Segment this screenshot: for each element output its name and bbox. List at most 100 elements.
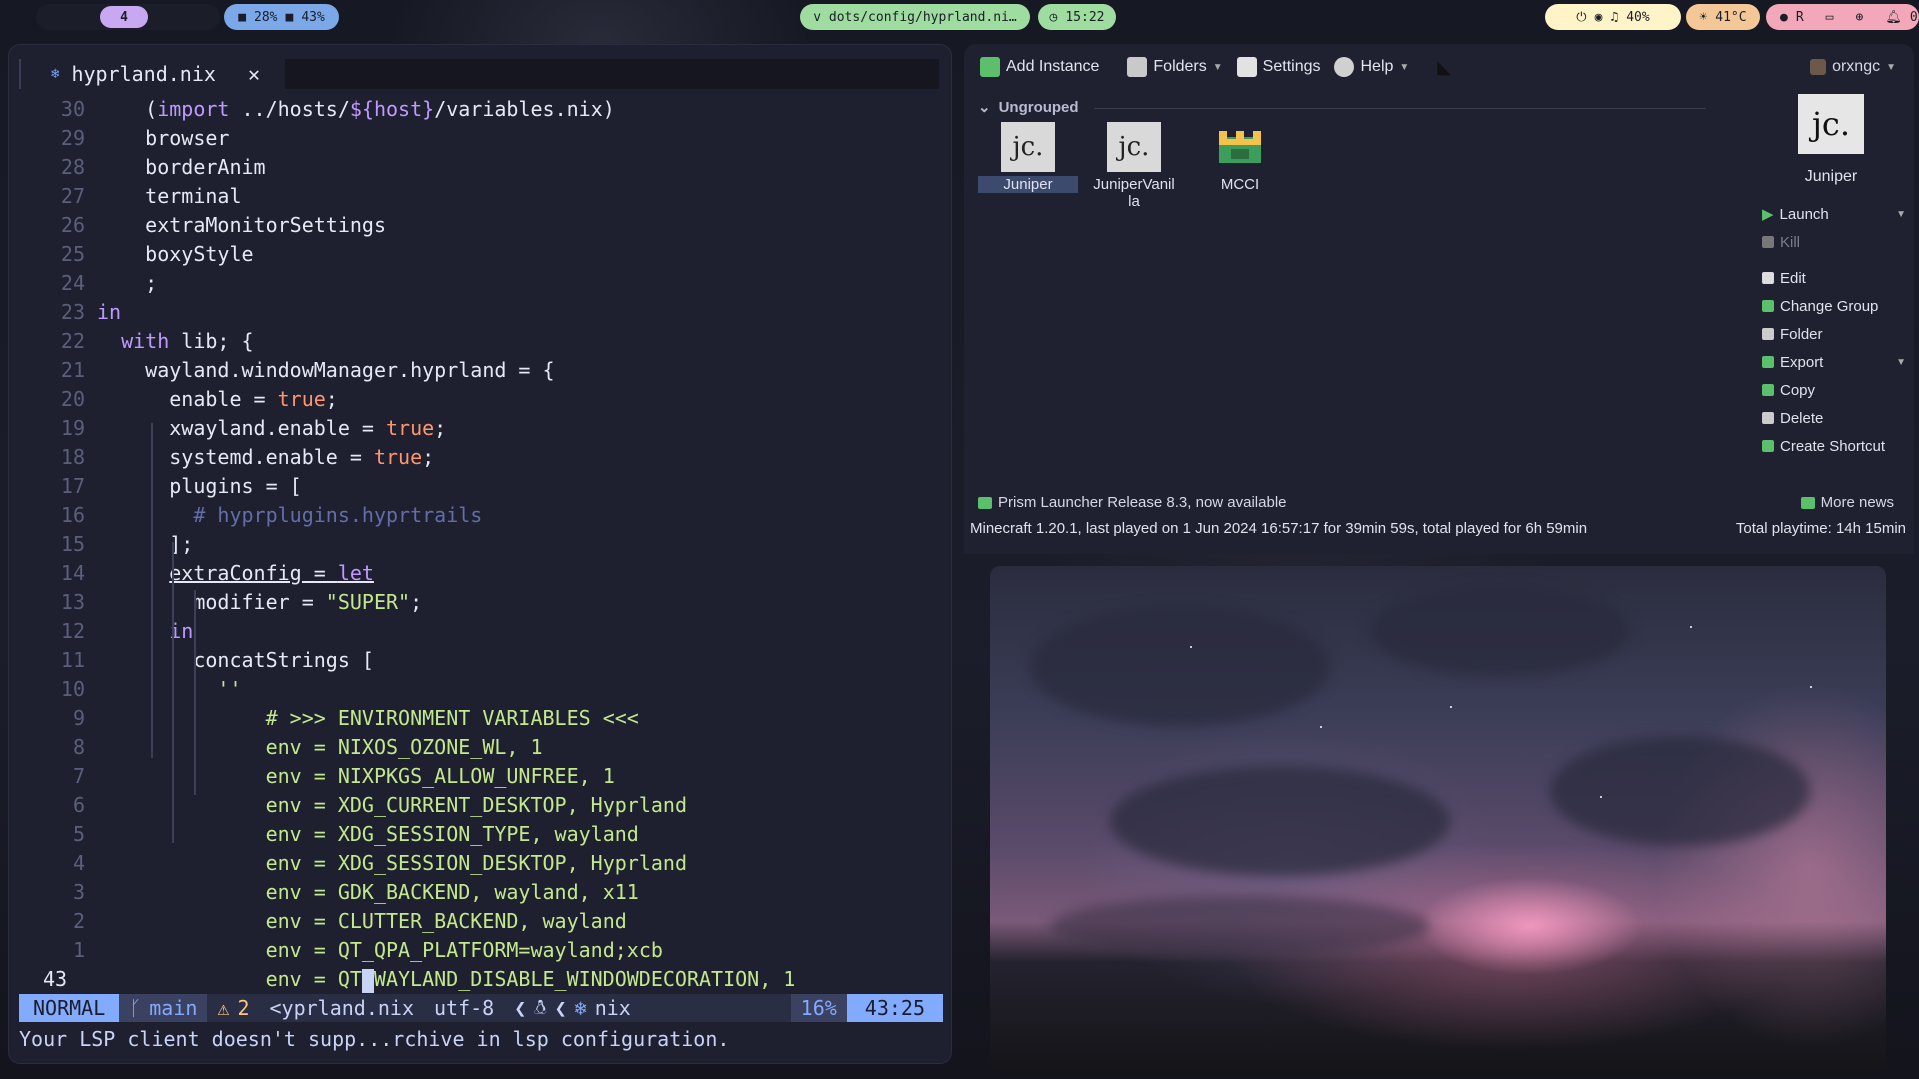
- create-shortcut-button[interactable]: Create Shortcut: [1756, 432, 1906, 460]
- change-group-button[interactable]: Change Group: [1756, 292, 1906, 320]
- power-icon[interactable]: ⏻: [1576, 10, 1586, 25]
- more-news-button[interactable]: More news: [1800, 494, 1894, 511]
- settings-icon: [1236, 57, 1257, 77]
- volume-icon[interactable]: ♫: [1610, 10, 1618, 25]
- code-line[interactable]: 28 borderAnim: [9, 153, 951, 182]
- line-text: extraMonitorSettings: [97, 213, 386, 237]
- cpu-icon: ■: [238, 9, 247, 25]
- kill-label: Kill: [1780, 233, 1801, 251]
- line-number: 17: [60, 474, 85, 498]
- memory-usage: 43%: [301, 9, 325, 25]
- shortcut-icon: [1762, 440, 1774, 452]
- export-icon: [1762, 356, 1774, 368]
- line-text: (import ../hosts/${host}/variables.nix): [97, 97, 615, 121]
- code-line[interactable]: 25 boxyStyle: [9, 240, 951, 269]
- code-line[interactable]: 26 extraMonitorSettings: [9, 211, 951, 240]
- chevron-down-icon: ▼: [1896, 356, 1906, 368]
- code-line[interactable]: 5 env = XDG_SESSION_TYPE, wayland: [9, 820, 951, 849]
- trash-icon: [1762, 412, 1774, 424]
- line-text: env = GDK_BACKEND, wayland, x11: [97, 880, 639, 904]
- tray-label: R: [1795, 9, 1804, 25]
- code-line[interactable]: 30 (import ../hosts/${host}/variables.ni…: [9, 95, 951, 124]
- copy-button[interactable]: Copy: [1756, 376, 1906, 404]
- temperature-value: 41°C: [1715, 9, 1747, 25]
- bell-icon[interactable]: 🔔︎: [1885, 10, 1902, 25]
- code-line[interactable]: 27 terminal: [9, 182, 951, 211]
- line-text: plugins = [: [97, 474, 302, 498]
- code-buffer[interactable]: 30 (import ../hosts/${host}/variables.ni…: [9, 95, 951, 994]
- line-text: with lib; {: [121, 329, 254, 353]
- change-group-label: Change Group: [1780, 297, 1879, 315]
- help-button[interactable]: Help ▼: [1334, 57, 1409, 77]
- eye-icon[interactable]: ◉: [1595, 10, 1603, 25]
- tab-label: hyprland.nix: [71, 62, 216, 86]
- wallpaper-image: [990, 566, 1886, 1074]
- line-text: env = XDG_SESSION_DESKTOP, Hyprland: [97, 851, 688, 875]
- volume-level: 40%: [1626, 9, 1650, 25]
- code-line[interactable]: 29 browser: [9, 124, 951, 153]
- chevron-down-icon: ▼: [1886, 61, 1896, 73]
- account-label: orxngc: [1832, 58, 1881, 75]
- line-number: 30: [60, 97, 85, 121]
- group-header[interactable]: ⌄ Ungrouped: [978, 98, 1079, 117]
- neovim-window[interactable]: ❄ hyprland.nix ✕ 30 (import ../hosts/${h…: [8, 44, 952, 1064]
- line-number: 23: [60, 300, 85, 324]
- status-bar: Minecraft 1.20.1, last played on 1 Jun 2…: [970, 520, 1906, 537]
- network-icon[interactable]: ⊕: [1855, 10, 1863, 25]
- launch-button[interactable]: ▶ Launch ▼: [1756, 200, 1906, 228]
- clock-icon: ◷: [1049, 9, 1058, 25]
- instance-juniper[interactable]: jc. Juniper: [978, 122, 1078, 193]
- git-branch: ᚴ main: [119, 994, 208, 1022]
- line-number: 15: [60, 532, 85, 556]
- instance-junipervanilla[interactable]: jc. JuniperVanil la: [1084, 122, 1184, 210]
- folders-button[interactable]: Folders ▼: [1127, 57, 1223, 77]
- folder-button[interactable]: Folder: [1756, 320, 1906, 348]
- sun-icon: ☀: [1699, 9, 1708, 25]
- edit-button[interactable]: Edit: [1756, 264, 1906, 292]
- code-line[interactable]: 7 env = NIXPKGS_ALLOW_UNFREE, 1: [9, 762, 951, 791]
- news-label: Prism Launcher Release 8.3, now availabl…: [998, 494, 1287, 511]
- delete-button[interactable]: Delete: [1756, 404, 1906, 432]
- clock[interactable]: ◷ 15:22: [1038, 4, 1116, 30]
- code-line[interactable]: 21 wayland.windowManager.hyprland = {: [9, 356, 951, 385]
- delete-label: Delete: [1780, 409, 1824, 427]
- account-button[interactable]: orxngc ▼: [1810, 50, 1896, 84]
- export-button[interactable]: Export ▼: [1756, 348, 1906, 376]
- warning-count: 2: [237, 996, 250, 1020]
- clock-time: 15:22: [1065, 9, 1105, 25]
- code-line[interactable]: 1 env = QT_QPA_PLATFORM=wayland;xcb: [9, 936, 951, 965]
- kill-button[interactable]: Kill: [1756, 228, 1906, 256]
- text-before-cursor: env = QT: [97, 967, 362, 991]
- code-line[interactable]: 4 env = XDG_SESSION_DESKTOP, Hyprland: [9, 849, 951, 878]
- line-text: modifier = "SUPER";: [97, 590, 423, 614]
- monitor-icon[interactable]: ▭: [1826, 10, 1834, 25]
- instance-icon: jc.: [1001, 122, 1055, 172]
- line-number: 11: [60, 648, 85, 672]
- settings-button[interactable]: Settings: [1236, 57, 1320, 77]
- workspace-indicator[interactable]: 4: [100, 6, 148, 28]
- code-line[interactable]: 3 env = GDK_BACKEND, wayland, x11: [9, 878, 951, 907]
- diagnostics: ⚠ 2: [207, 996, 259, 1020]
- line-number: 22: [60, 329, 85, 353]
- current-line[interactable]: 43 env = QT WAYLAND_DISABLE_WINDOWDECORAT…: [9, 965, 951, 994]
- code-line[interactable]: 6 env = XDG_CURRENT_DESKTOP, Hyprland: [9, 791, 951, 820]
- code-line[interactable]: 22 with lib; {: [9, 327, 951, 356]
- line-number: 14: [60, 561, 85, 585]
- instance-sidebar: jc. Juniper ▶ Launch ▼ Kill Edit Change …: [1756, 94, 1906, 460]
- folders-label: Folders: [1153, 58, 1207, 75]
- prism-launcher-window: Add Instance Folders ▼ Settings Help ▼ ◣…: [964, 44, 1914, 554]
- cat-button[interactable]: ◣: [1437, 57, 1451, 78]
- launch-label: Launch: [1779, 205, 1829, 223]
- close-icon[interactable]: ✕: [248, 62, 260, 86]
- notification-count: 0: [1909, 9, 1918, 25]
- code-line[interactable]: 24 ;: [9, 269, 951, 298]
- add-instance-button[interactable]: Add Instance: [980, 57, 1099, 77]
- folder-icon: [1762, 328, 1774, 340]
- instance-mcci[interactable]: MCCI: [1190, 122, 1290, 193]
- code-line[interactable]: 23 in: [9, 298, 951, 327]
- buffer-tab[interactable]: ❄ hyprland.nix ✕: [19, 59, 285, 89]
- code-line[interactable]: 20 enable = true;: [9, 385, 951, 414]
- create-shortcut-label: Create Shortcut: [1780, 437, 1886, 455]
- code-line[interactable]: 2 env = CLUTTER_BACKEND, wayland: [9, 907, 951, 936]
- news-item[interactable]: Prism Launcher Release 8.3, now availabl…: [978, 494, 1287, 511]
